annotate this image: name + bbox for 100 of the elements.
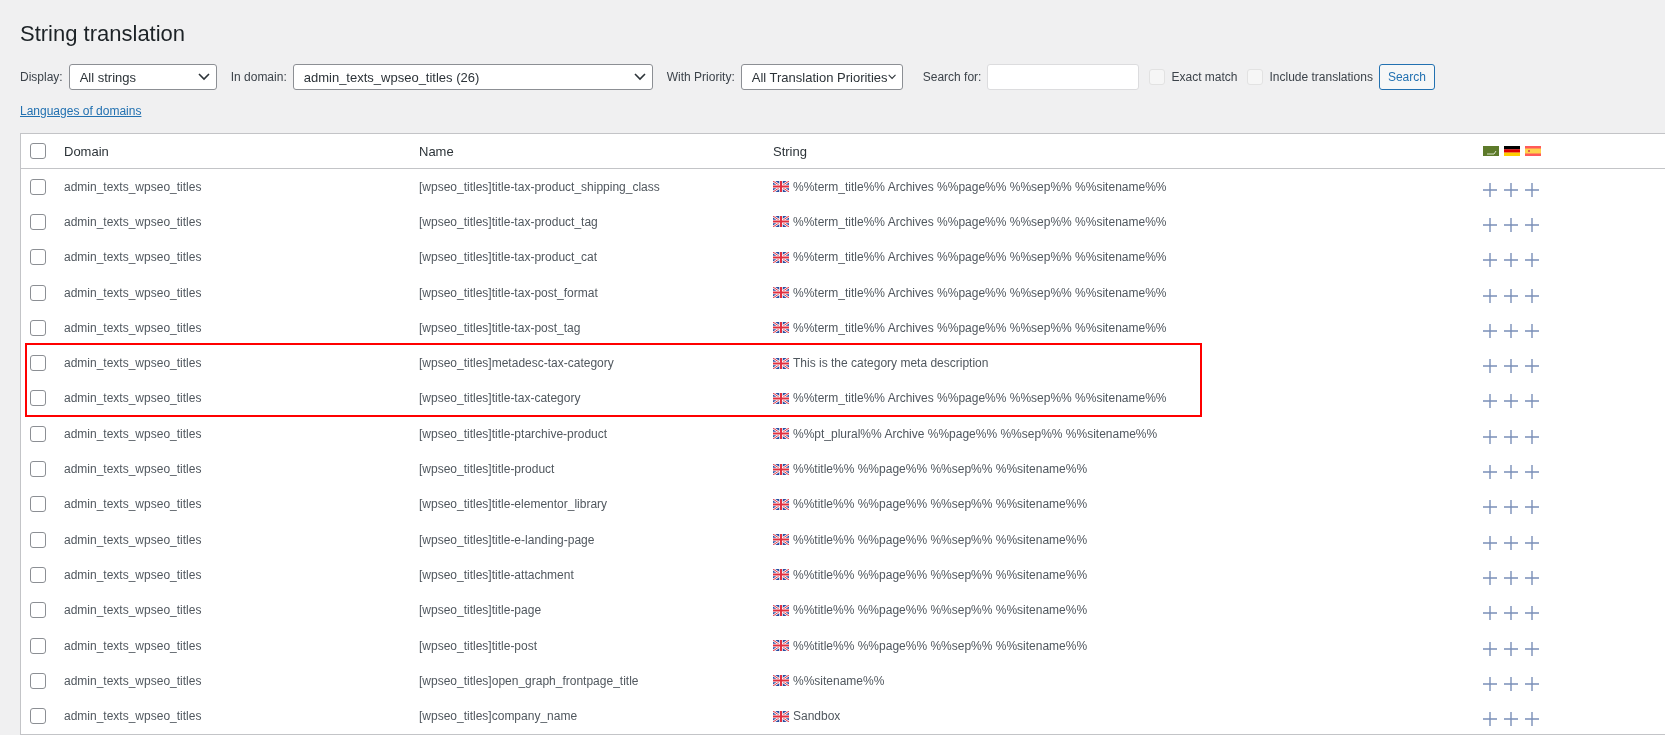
row-checkbox[interactable] xyxy=(30,425,46,442)
string-cell: %%term_title%% Archives %%page%% %%sep%% %%sitename%% xyxy=(793,320,1167,335)
add-translation-plus-icon[interactable] xyxy=(1483,323,1497,338)
add-translation-plus-icon[interactable] xyxy=(1504,429,1518,444)
name-cell-text: [wpseo_titles]company_name xyxy=(419,709,579,724)
string-cell: %%term_title%% Archives %%page%% %%sep%% %%sitename%% xyxy=(793,391,1167,406)
add-translation-plus-icon[interactable] xyxy=(1504,182,1518,197)
add-translation-plus-icon[interactable] xyxy=(1525,676,1539,691)
domain-select[interactable]: admin_texts_wpseo_titles (26) xyxy=(292,64,653,90)
row-checkbox[interactable] xyxy=(30,672,46,689)
domain-cell-text: admin_texts_wpseo_titles xyxy=(64,426,203,441)
add-translation-plus-icon[interactable] xyxy=(1483,570,1497,585)
row-checkbox[interactable] xyxy=(30,249,46,266)
add-translation-plus-icon[interactable] xyxy=(1504,359,1518,374)
add-translation-plus-icon[interactable] xyxy=(1483,465,1497,479)
add-translation-plus-icon[interactable] xyxy=(1525,253,1539,268)
add-translation-plus-icon[interactable] xyxy=(1504,217,1518,232)
priority-select[interactable]: All Translation Priorities xyxy=(740,64,903,90)
select-all-checkbox[interactable] xyxy=(30,143,46,159)
add-translation-plus-icon[interactable] xyxy=(1504,253,1518,268)
add-translation-plus-icon[interactable] xyxy=(1483,429,1497,444)
add-translation-plus-icon[interactable] xyxy=(1525,641,1539,656)
search-button[interactable]: Search xyxy=(1378,64,1435,90)
row-checkbox[interactable] xyxy=(30,566,46,583)
add-translation-plus-icon[interactable] xyxy=(1525,465,1539,479)
flag-icon xyxy=(773,357,789,369)
add-translation-plus-icon[interactable] xyxy=(1504,288,1518,303)
row-checkbox[interactable] xyxy=(30,355,46,372)
flag-icon xyxy=(1525,146,1541,156)
row-checkbox[interactable] xyxy=(30,708,46,725)
add-translation-plus-icon[interactable] xyxy=(1525,712,1539,727)
add-translation-plus-icon[interactable] xyxy=(1525,535,1539,550)
add-translation-plus-icon[interactable] xyxy=(1504,323,1518,338)
row-checkbox[interactable] xyxy=(30,319,46,336)
row-checkbox[interactable] xyxy=(30,461,46,477)
add-translation-plus-icon[interactable] xyxy=(1504,394,1518,409)
flag-icon xyxy=(773,604,789,616)
add-translation-plus-icon[interactable] xyxy=(1504,570,1518,585)
add-translation-plus-icon[interactable] xyxy=(1483,182,1497,197)
add-translation-plus-icon[interactable] xyxy=(1504,712,1518,727)
row-checkbox[interactable] xyxy=(30,602,46,619)
name-cell-text: [wpseo_titles]title-tax-product_shipping_class xyxy=(419,179,661,194)
row-checkbox[interactable] xyxy=(30,178,46,195)
add-translation-plus-icon[interactable] xyxy=(1504,641,1518,656)
add-translation-plus-icon[interactable] xyxy=(1483,712,1497,727)
languages-link[interactable]: Languages of domains xyxy=(20,104,142,118)
add-translation-plus-icon[interactable] xyxy=(1483,535,1497,550)
row-checkbox[interactable] xyxy=(30,284,46,301)
add-translation-plus-icon[interactable] xyxy=(1483,606,1497,621)
search-field[interactable] xyxy=(987,64,1140,90)
add-translation-plus-icon[interactable] xyxy=(1525,182,1539,197)
add-translation-plus-icon[interactable] xyxy=(1525,500,1539,515)
row-checkbox[interactable] xyxy=(30,496,46,513)
add-translation-plus-icon[interactable] xyxy=(1483,217,1497,232)
domain-cell-text: admin_texts_wpseo_titles xyxy=(64,532,203,547)
add-translation-plus-icon[interactable] xyxy=(1504,606,1518,621)
add-translation-plus-icon[interactable] xyxy=(1525,394,1539,409)
domain-cell-text: admin_texts_wpseo_titles xyxy=(64,356,203,371)
add-translation-plus-icon[interactable] xyxy=(1483,288,1497,303)
add-translation-plus-icon[interactable] xyxy=(1525,570,1539,585)
add-translation-plus-icon[interactable] xyxy=(1525,429,1539,444)
add-translation-plus-icon[interactable] xyxy=(1483,500,1497,515)
string-cell: %%term_title%% Archives %%page%% %%sep%% %%sitename%% xyxy=(793,214,1167,229)
add-translation-plus-icon[interactable] xyxy=(1525,323,1539,338)
row-checkbox[interactable] xyxy=(30,390,46,407)
add-translation-plus-icon[interactable] xyxy=(1525,217,1539,232)
search-label: Search for: xyxy=(922,70,982,84)
display-select[interactable]: All strings xyxy=(68,64,217,90)
string-cell: %%title%% %%page%% %%sep%% %%sitename%% xyxy=(793,567,1088,582)
add-translation-plus-icon[interactable] xyxy=(1483,253,1497,268)
row-checkbox[interactable] xyxy=(30,531,46,548)
row-checkbox[interactable] xyxy=(30,637,46,654)
add-translation-plus-icon[interactable] xyxy=(1483,641,1497,656)
flag-icon xyxy=(773,710,789,722)
add-translation-plus-icon[interactable] xyxy=(1483,676,1497,691)
add-translation-plus-icon[interactable] xyxy=(1525,288,1539,303)
column-header: Name xyxy=(419,143,455,159)
add-translation-plus-icon[interactable] xyxy=(1483,359,1497,374)
priority-label: With Priority: xyxy=(666,70,735,84)
string-cell: %%term_title%% Archives %%page%% %%sep%% %%sitename%% xyxy=(793,250,1167,265)
domain-cell-text: admin_texts_wpseo_titles xyxy=(64,603,203,618)
domain-cell-text: admin_texts_wpseo_titles xyxy=(64,638,203,653)
chevron-down-icon xyxy=(633,73,646,81)
flag-icon xyxy=(773,498,789,510)
flag-icon xyxy=(1504,146,1520,156)
string-cell: %%term_title%% Archives %%page%% %%sep%% %%sitename%% xyxy=(793,179,1167,194)
add-translation-plus-icon[interactable] xyxy=(1525,606,1539,621)
add-translation-plus-icon[interactable] xyxy=(1504,500,1518,515)
domain-cell-text: admin_texts_wpseo_titles xyxy=(64,250,203,265)
add-translation-plus-icon[interactable] xyxy=(1504,535,1518,550)
row-checkbox[interactable] xyxy=(30,213,46,230)
string-cell: %%term_title%% Archives %%page%% %%sep%% %%sitename%% xyxy=(793,285,1167,300)
add-translation-plus-icon[interactable] xyxy=(1504,676,1518,691)
chevron-down-icon xyxy=(887,73,896,81)
add-translation-plus-icon[interactable] xyxy=(1483,394,1497,409)
string-cell: This is the category meta description xyxy=(793,356,989,371)
add-translation-plus-icon[interactable] xyxy=(1504,465,1518,479)
name-cell-text: [wpseo_titles]title-page xyxy=(419,603,543,618)
chevron-down-icon xyxy=(197,73,210,81)
add-translation-plus-icon[interactable] xyxy=(1525,359,1539,374)
